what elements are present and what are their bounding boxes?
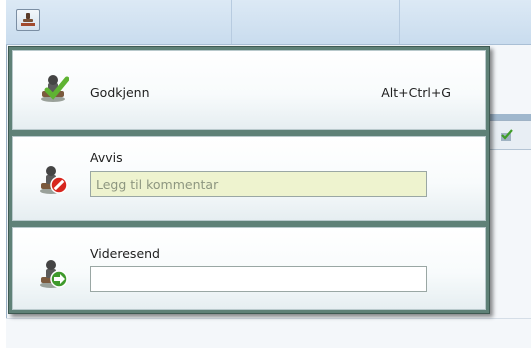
forward-stamp-icon [40,260,68,288]
status-area [6,318,531,348]
forward-label: Videresend [90,246,160,261]
toolbar [6,0,531,45]
reject-label: Avvis [90,150,123,165]
reject-stamp-icon [40,166,68,194]
approval-menu: Godkjenn Alt+Ctrl+G Avvis Videresend [8,46,490,314]
reject-comment-input[interactable] [90,171,427,197]
checkmark-icon [501,129,513,141]
stamp-button[interactable] [16,9,40,31]
approve-label: Godkjenn [90,85,150,100]
menu-item-reject[interactable]: Avvis [12,136,486,221]
menu-item-approve[interactable]: Godkjenn Alt+Ctrl+G [12,50,486,130]
forward-comment-input[interactable] [90,266,427,292]
approve-shortcut: Alt+Ctrl+G [381,85,451,100]
stamp-icon [21,13,35,26]
toolbar-separator [399,0,400,44]
toolbar-separator [231,0,232,44]
approve-stamp-icon [41,75,69,102]
menu-item-forward[interactable]: Videresend [12,227,486,310]
